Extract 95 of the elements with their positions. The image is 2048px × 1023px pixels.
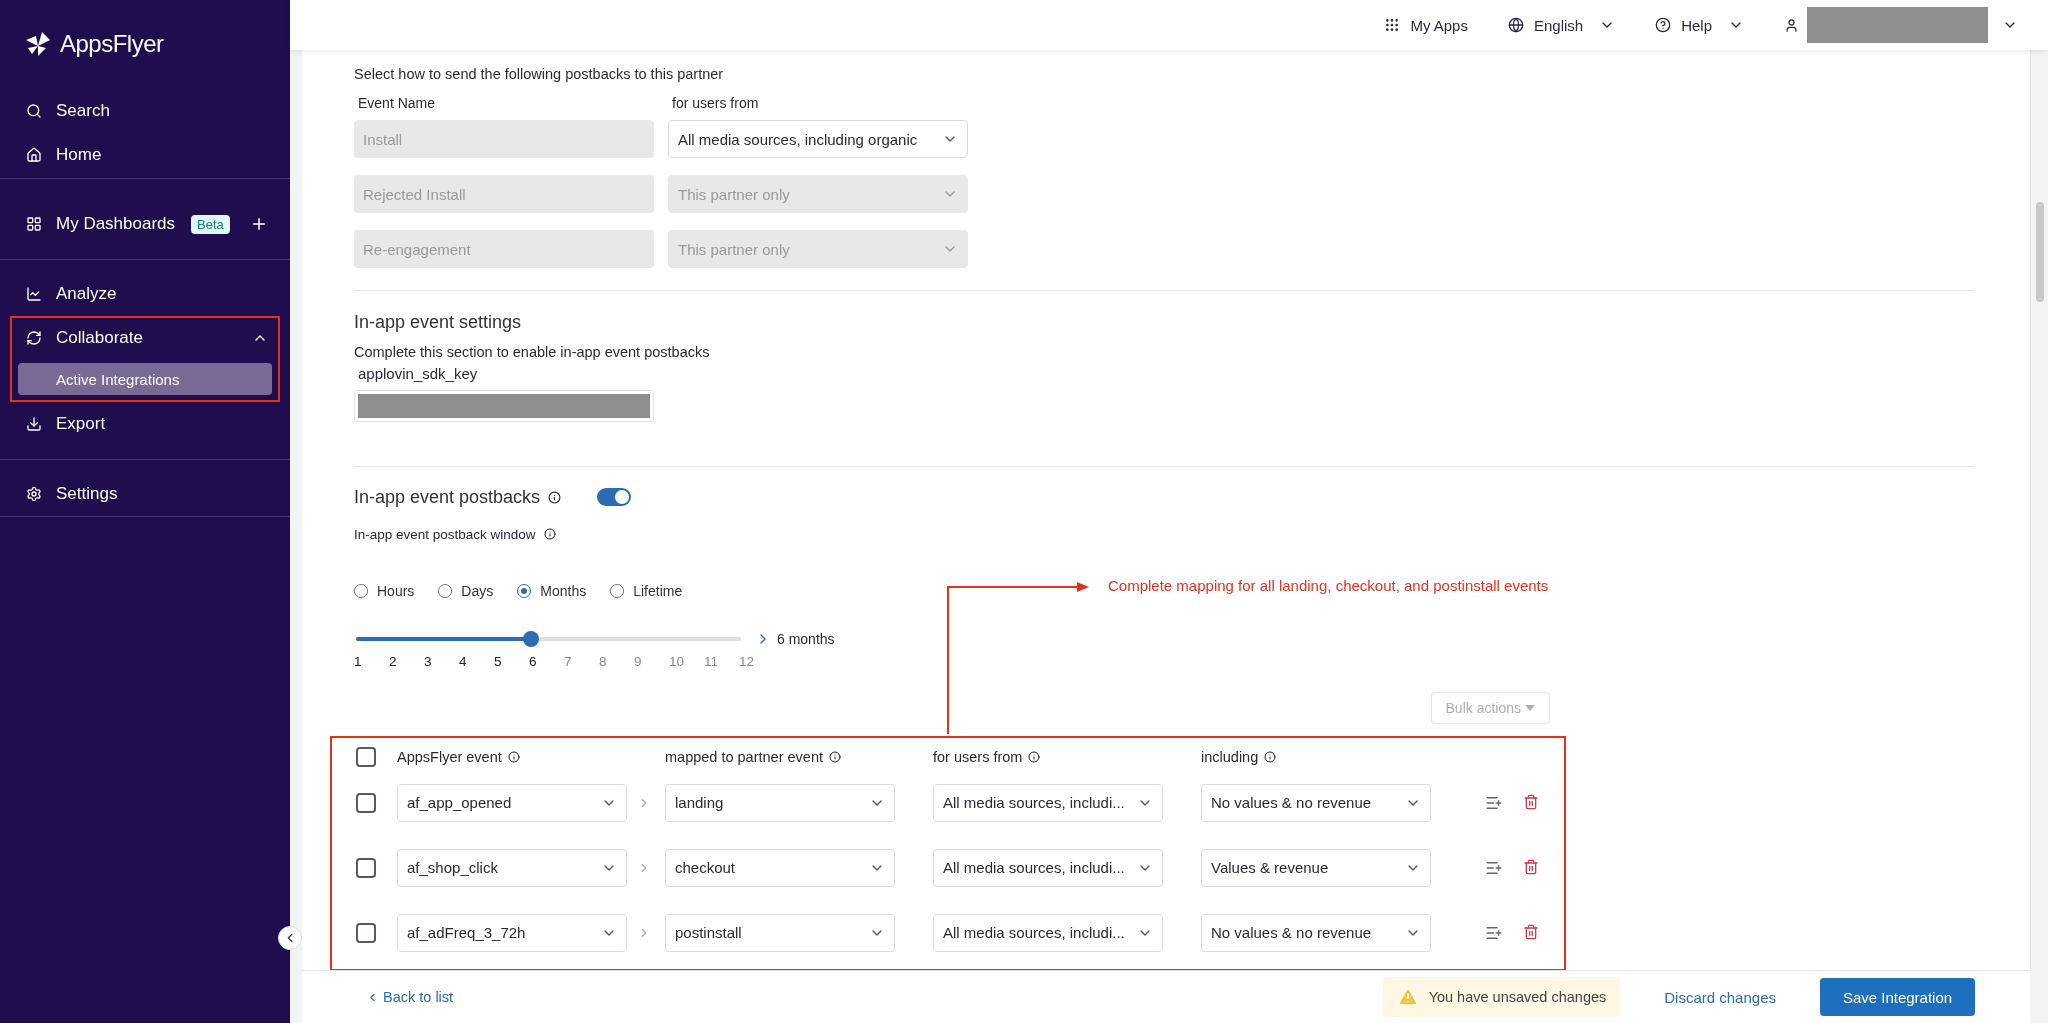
download-icon <box>26 416 42 432</box>
search-icon <box>26 103 42 119</box>
slider-tick-label: 4 <box>459 653 468 671</box>
including-select[interactable]: No values & no revenue <box>1201 783 1431 822</box>
section-title: In-app event settings <box>354 311 523 334</box>
back-link[interactable]: Back to list <box>383 989 454 1005</box>
including-select[interactable]: Values & revenue <box>1201 848 1431 887</box>
checkbox[interactable] <box>356 792 376 813</box>
event-select[interactable]: af_shop_click <box>397 848 627 887</box>
info-icon <box>543 528 556 540</box>
delete-icon[interactable] <box>1523 858 1539 875</box>
slider-tick-label: 5 <box>494 653 503 671</box>
column-header: mapped to partner event <box>665 749 823 765</box>
radio-option[interactable]: Days <box>438 583 494 599</box>
info-icon <box>829 751 841 763</box>
toggle-switch[interactable] <box>597 488 632 506</box>
delete-icon[interactable] <box>1523 923 1539 940</box>
checkbox[interactable] <box>356 857 376 878</box>
globe-icon <box>1507 17 1524 33</box>
slider-thumb[interactable] <box>522 631 539 647</box>
chart-icon <box>26 286 42 302</box>
settings-icon <box>26 486 42 502</box>
slider-tick-label: 11 <box>704 653 719 671</box>
caret-icon <box>1525 705 1535 711</box>
setting-label: In-app event postback window <box>354 526 536 542</box>
warning-icon <box>1396 986 1419 1008</box>
slider-tick-label: 10 <box>669 653 686 671</box>
collapse-button[interactable] <box>278 926 302 950</box>
help-icon <box>1655 17 1672 33</box>
warning-text: You have unsaved changes <box>1428 989 1607 1005</box>
sidebar-item[interactable]: Collaborate <box>12 318 278 358</box>
sidebar-item[interactable]: My Dashboards Beta <box>0 202 290 246</box>
home-icon <box>26 147 42 163</box>
plus-icon[interactable] <box>250 215 268 233</box>
column-header: Event Name <box>357 94 437 112</box>
info-icon <box>1264 751 1277 763</box>
event-select[interactable]: af_app_opened <box>397 783 627 822</box>
users-select[interactable]: All media sources, includi... <box>933 913 1163 952</box>
delete-icon[interactable] <box>1523 793 1539 810</box>
users-select[interactable]: All media sources, includi... <box>933 848 1163 887</box>
info-icon <box>507 751 520 763</box>
event-select[interactable]: af_adFreq_3_72h <box>397 913 627 952</box>
radio-option[interactable]: Lifetime <box>610 583 683 599</box>
users-select[interactable]: All media sources, including organic <box>668 120 968 158</box>
sidebar-item[interactable]: Analyze <box>0 272 290 316</box>
slider-tick-label: 6 <box>529 653 538 671</box>
annotation-text: Complete mapping for all landing, checkout, and postinstall events <box>1108 577 1549 594</box>
radio-option[interactable]: Hours <box>354 583 415 599</box>
users-select[interactable]: All media sources, includi... <box>933 783 1163 822</box>
event-name-field: Re-engagement <box>354 230 654 268</box>
partner-event-select[interactable]: postinstall <box>665 913 895 952</box>
scrollbar-thumb[interactable] <box>2035 202 2044 302</box>
discard-link[interactable]: Discard changes <box>1664 988 1776 1006</box>
slider-tick-label: 8 <box>599 653 608 671</box>
including-select[interactable]: No values & no revenue <box>1201 913 1431 952</box>
slider-tick-label: 7 <box>564 653 573 671</box>
checkbox[interactable] <box>356 747 376 767</box>
sidebar-item[interactable]: Home <box>0 133 290 177</box>
slider-tick-label: 3 <box>424 653 433 671</box>
field-label: applovin_sdk_key <box>357 365 479 383</box>
column-header: for users from <box>671 94 760 112</box>
column-header: for users from <box>933 749 1023 765</box>
slider-tick-label: 12 <box>739 653 756 671</box>
column-header: including <box>1201 749 1259 765</box>
sidebar-item[interactable]: Settings <box>0 472 290 516</box>
grid-icon <box>1384 17 1401 33</box>
top-menu-button[interactable]: My Apps <box>1384 16 1468 34</box>
grid-icon <box>26 216 42 232</box>
checkbox[interactable] <box>356 922 376 943</box>
column-header: AppsFlyer event <box>397 749 502 765</box>
slider-tick-label: 2 <box>389 653 398 671</box>
info-icon <box>1028 751 1041 763</box>
sidebar-subitem[interactable]: Active Integrations <box>18 363 272 395</box>
event-name-field: Rejected Install <box>354 175 654 213</box>
slider-tick-label: 1 <box>354 653 363 671</box>
beta-badge: Beta <box>191 214 230 234</box>
sdk-key-field[interactable] <box>354 390 654 422</box>
slider-reading: 6 months <box>777 631 835 647</box>
logo-text: AppsFlyer <box>60 30 164 58</box>
partner-event-select[interactable]: checkout <box>665 848 895 887</box>
save-button[interactable]: Save Integration <box>1820 978 1975 1016</box>
top-menu-button[interactable]: Help <box>1655 16 1744 34</box>
sync-icon <box>26 330 42 346</box>
section-subtitle: Select how to send the following postbacks to this partner <box>354 65 725 84</box>
top-menu-button[interactable]: English <box>1507 16 1616 34</box>
section-subtitle: Complete this section to enable in-app event postbacks <box>354 343 711 362</box>
radio-option[interactable]: Months <box>517 583 587 599</box>
event-name-field: Install <box>354 120 654 158</box>
user-icon <box>1784 17 1799 33</box>
sidebar-item[interactable]: Search <box>0 89 290 133</box>
info-icon <box>548 490 562 504</box>
partner-event-select[interactable]: landing <box>665 783 895 822</box>
slider-tick-label: 9 <box>634 653 643 671</box>
sidebar-item[interactable]: Export <box>0 402 290 446</box>
setting-label: In-app event postbacks <box>354 486 541 508</box>
